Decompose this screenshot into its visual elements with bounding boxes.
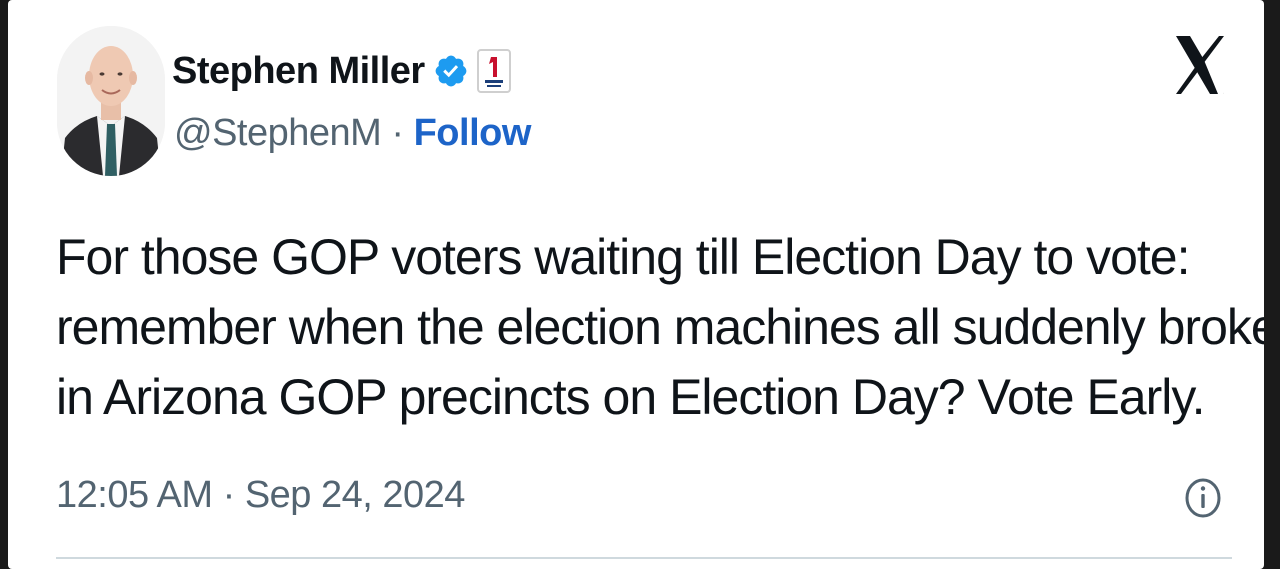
verified-badge-icon[interactable] (433, 53, 469, 89)
profile-photo-icon (57, 26, 165, 176)
handle-row: @StephenM · Follow (174, 114, 531, 152)
tweet-line: For those GOP voters waiting till Electi… (56, 229, 1190, 285)
tweet-line: in Arizona GOP precincts on Election Day… (56, 369, 1206, 425)
author-handle[interactable]: @StephenM (174, 114, 382, 152)
tweet-card: Stephen Miller @StephenM · Follow For th… (8, 0, 1264, 569)
info-icon[interactable] (1184, 476, 1222, 520)
divider (56, 557, 1232, 559)
tweet-timestamp[interactable]: 12:05 AM · Sep 24, 2024 (56, 476, 465, 514)
affiliate-badge-icon[interactable] (476, 49, 511, 93)
follow-button[interactable]: Follow (414, 114, 532, 152)
tweet-line: remember when the election machines all … (56, 299, 1264, 355)
author-name-row: Stephen Miller (172, 46, 511, 96)
author-name[interactable]: Stephen Miller (172, 52, 425, 90)
handle-separator: · (381, 112, 414, 154)
tweet-text: For those GOP voters waiting till Electi… (56, 222, 1264, 432)
avatar[interactable] (57, 26, 165, 176)
x-logo-icon[interactable] (1174, 34, 1226, 96)
